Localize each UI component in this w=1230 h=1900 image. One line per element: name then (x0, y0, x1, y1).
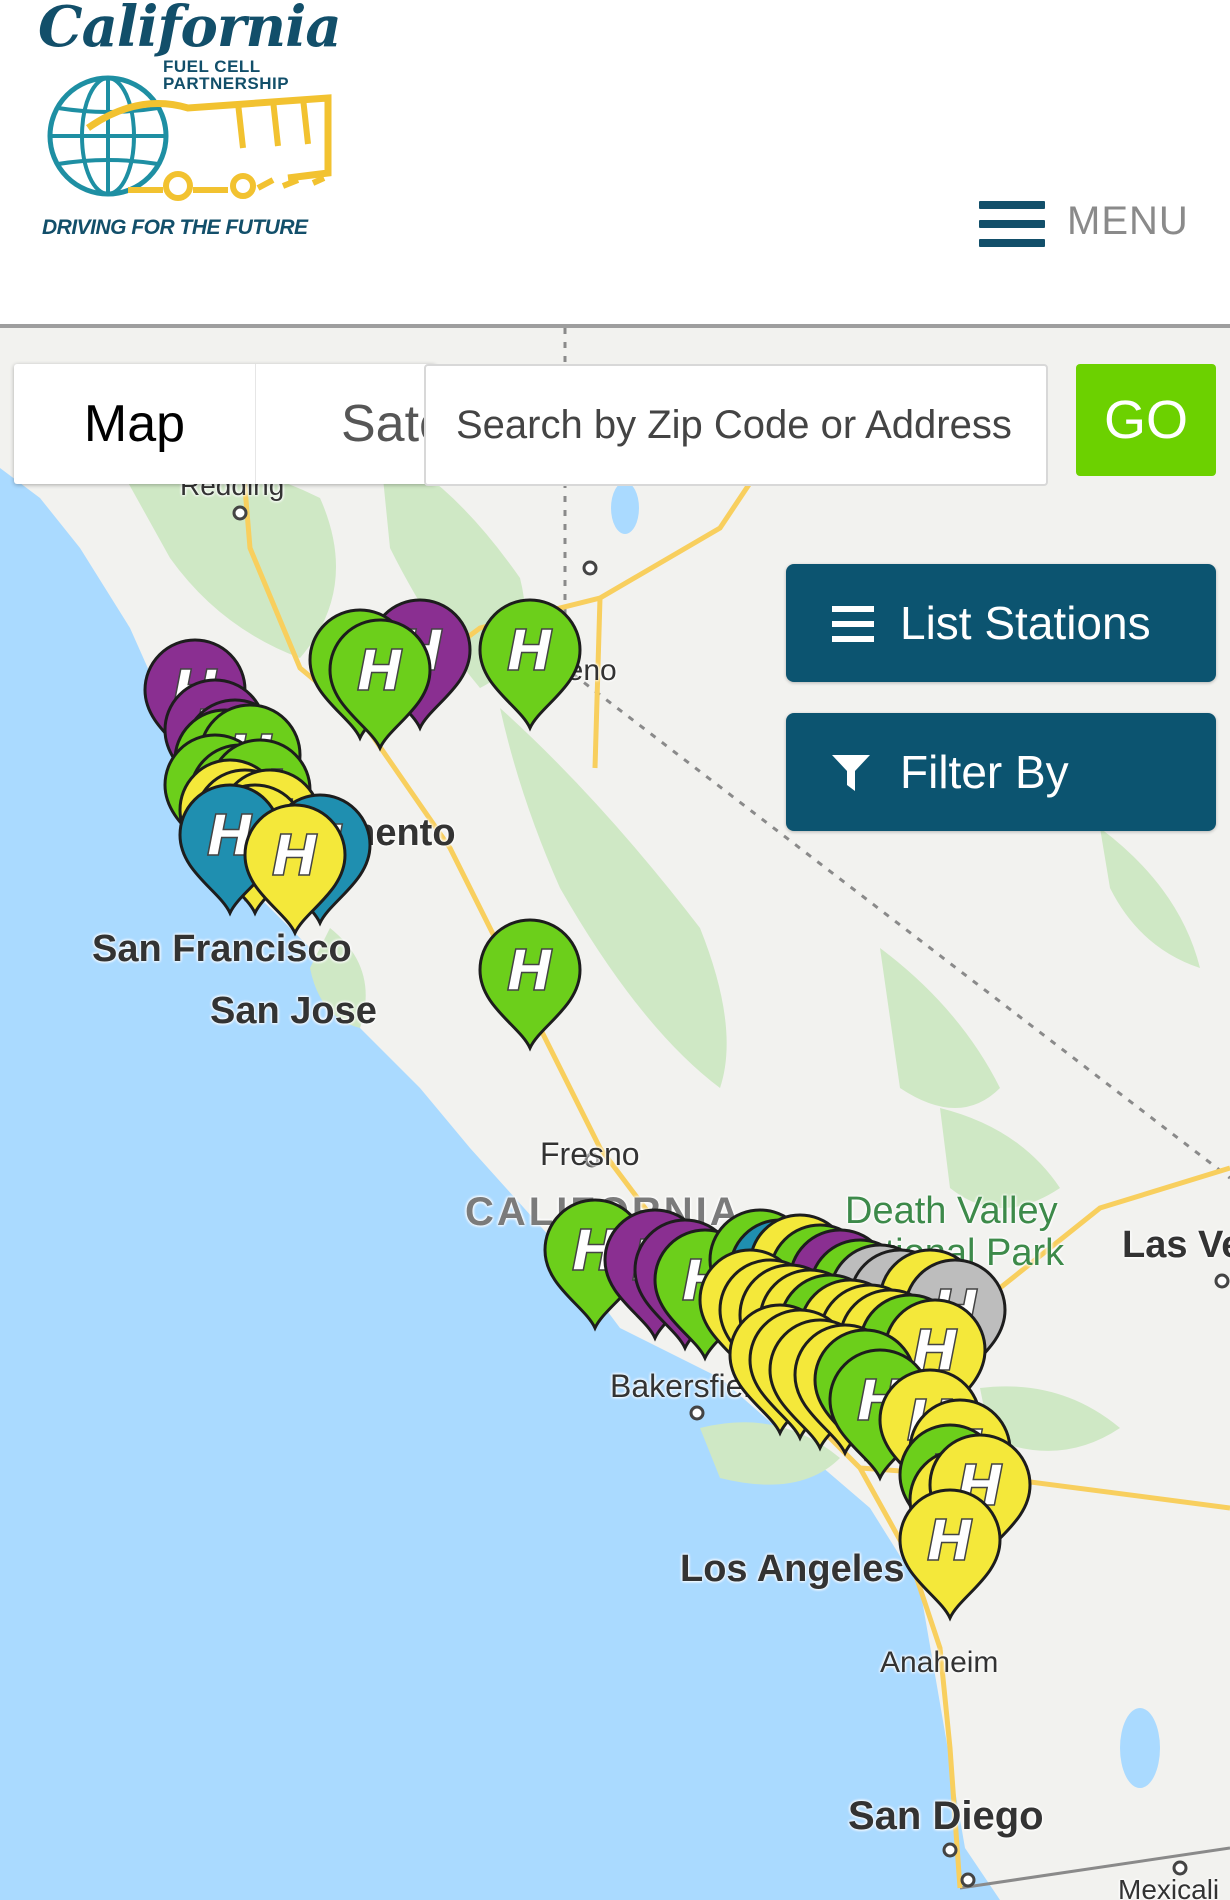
list-icon (832, 606, 874, 642)
logo-subtitle-line2: PARTNERSHIP (163, 74, 290, 93)
station-map[interactable]: Redding Reno Sacramento San Francisco Sa… (0, 328, 1230, 1900)
marker-h-label: H (272, 824, 319, 889)
list-stations-button[interactable]: List Stations (786, 564, 1216, 682)
marker-h-label: H (927, 1509, 974, 1574)
cafcp-logo[interactable]: California FUEL CELL PARTNERSHIP DRIVING… (28, 0, 342, 250)
hydrogen-station-marker[interactable]: H (478, 598, 582, 732)
menu-button[interactable]: MENU (975, 195, 1195, 255)
hydrogen-station-marker[interactable]: H (328, 618, 432, 752)
filter-by-label: Filter By (900, 746, 1069, 798)
map-view-button[interactable]: Map (14, 364, 256, 484)
filter-funnel-icon (832, 755, 870, 791)
satellite-view-button[interactable]: Satellite (256, 364, 436, 484)
filter-by-button[interactable]: Filter By (786, 713, 1216, 831)
site-header: California FUEL CELL PARTNERSHIP DRIVING… (0, 0, 1230, 328)
hamburger-icon (979, 201, 1045, 247)
hydrogen-station-marker[interactable]: H (243, 803, 347, 937)
logo-title: California (38, 0, 342, 60)
hydrogen-station-marker[interactable]: H (898, 1488, 1002, 1622)
marker-h-label: H (507, 619, 554, 684)
menu-label: MENU (1067, 199, 1189, 243)
go-button[interactable]: GO (1076, 364, 1216, 476)
address-search-field[interactable] (424, 364, 1048, 486)
marker-h-label: H (357, 639, 404, 704)
hydrogen-station-marker[interactable]: H (478, 918, 582, 1052)
map-type-control[interactable]: Map Satellite (14, 364, 436, 484)
search-input[interactable] (426, 366, 1046, 484)
logo-tagline: DRIVING FOR THE FUTURE (42, 216, 308, 239)
list-stations-label: List Stations (900, 597, 1151, 649)
marker-h-label: H (507, 939, 554, 1004)
